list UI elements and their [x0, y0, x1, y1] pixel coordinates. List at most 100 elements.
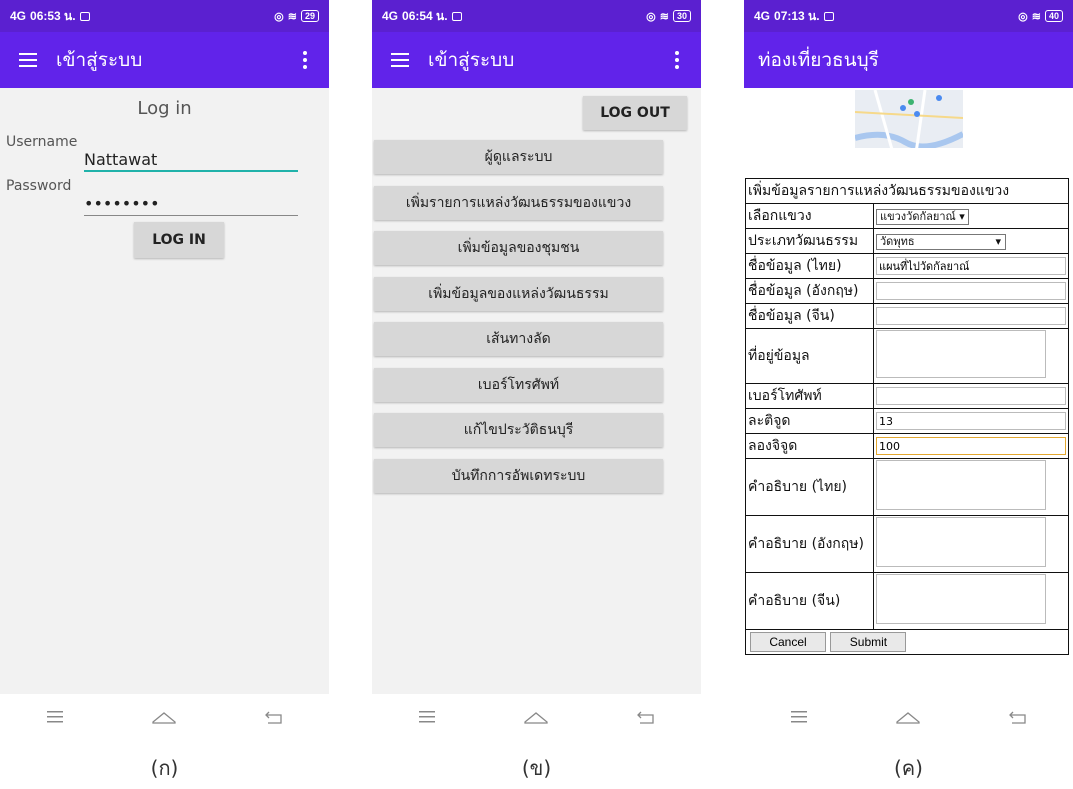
status-time: 07:13 น.: [774, 8, 820, 23]
password-row: Password: [0, 178, 329, 222]
longitude-input[interactable]: [876, 437, 1066, 455]
culture-type-select[interactable]: วัดพุทธ ▾: [876, 233, 1006, 250]
address-textarea[interactable]: [876, 330, 1046, 378]
desc-cn-label: คำอธิบาย (จีน): [745, 572, 874, 630]
menu-admin-button[interactable]: ผู้ดูแลระบบ: [374, 140, 663, 174]
cancel-button[interactable]: Cancel: [750, 632, 826, 652]
name-cn-input[interactable]: [876, 307, 1066, 325]
name-th-input[interactable]: [876, 257, 1066, 275]
back-icon[interactable]: [626, 702, 666, 732]
system-nav-bar: [744, 694, 1073, 740]
app-bar-title: เข้าสู่ระบบ: [56, 49, 143, 71]
name-cn-label: ชื่อข้อมูล (จีน): [745, 303, 874, 329]
map-thumbnail[interactable]: [853, 89, 964, 161]
desc-cn-textarea[interactable]: [876, 574, 1046, 624]
latitude-label: ละติจูด: [745, 408, 874, 434]
location-icon: ◎: [646, 10, 656, 23]
menu-add-culture-data-button[interactable]: เพิ่มข้อมูลของแหล่งวัฒนธรรม: [374, 276, 663, 311]
status-time: 06:53 น.: [30, 8, 76, 23]
form-heading: เพิ่มข้อมูลรายการแหล่งวัฒนธรรมของแขวง: [745, 178, 1069, 204]
status-time: 06:54 น.: [402, 8, 448, 23]
location-icon: ◎: [274, 10, 284, 23]
menu-add-culture-list-button[interactable]: เพิ่มรายการแหล่งวัฒนธรรมของแขวง: [374, 185, 663, 220]
name-en-label: ชื่อข้อมูล (อังกฤษ): [745, 278, 874, 304]
phone-screen-add-culture-form: 4G 07:13 น. ◎ ≋ 40 ท่องเที่ยวธนบุรี เพิ่…: [744, 0, 1073, 740]
map-image: [853, 89, 964, 161]
menu-shortcut-route-button[interactable]: เส้นทางลัด: [374, 322, 663, 356]
password-input[interactable]: [84, 192, 298, 216]
signal-icon: 4G: [10, 9, 27, 23]
menu-phone-number-button[interactable]: เบอร์โทรศัพท์: [374, 367, 663, 402]
address-label: ที่อยู่ข้อมูล: [745, 328, 874, 384]
battery-icon: 29: [300, 10, 319, 22]
admin-menu-list: ผู้ดูแลระบบ เพิ่มรายการแหล่งวัฒนธรรมของแ…: [374, 140, 663, 504]
latitude-input[interactable]: [876, 412, 1066, 430]
logout-button[interactable]: LOG OUT: [583, 96, 687, 130]
app-bar-title: ท่องเที่ยวธนบุรี: [758, 49, 879, 71]
battery-icon: 30: [672, 10, 691, 22]
hamburger-menu-icon[interactable]: [372, 32, 428, 88]
status-bar: 4G 06:54 น. ◎ ≋ 30: [372, 0, 701, 32]
system-nav-bar: [372, 694, 701, 740]
phone-screen-admin-menu: 4G 06:54 น. ◎ ≋ 30 เข้าสู่ระบบ LOG OUT ผ…: [372, 0, 701, 740]
app-bar: เข้าสู่ระบบ: [0, 32, 329, 88]
phone-screen-login: 4G 06:53 น. ◎ ≋ 29 เข้าสู่ระบบ Log in Us…: [0, 0, 329, 740]
recent-apps-icon[interactable]: [407, 702, 447, 732]
longitude-label: ลองจิจูด: [745, 433, 874, 459]
phone-label: เบอร์โทศัพท์: [745, 383, 874, 409]
location-icon: ◎: [1018, 10, 1028, 23]
desc-th-label: คำอธิบาย (ไทย): [745, 458, 874, 516]
home-icon[interactable]: [888, 702, 928, 732]
recent-apps-icon[interactable]: [779, 702, 819, 732]
menu-update-log-button[interactable]: บันทึกการอัพเดทระบบ: [374, 458, 663, 493]
app-bar: ท่องเที่ยวธนบุรี: [744, 32, 1073, 88]
app-bar: เข้าสู่ระบบ: [372, 32, 701, 88]
dropdown-arrow-icon: ▾: [995, 234, 1001, 248]
password-label: Password: [6, 178, 72, 194]
submit-button[interactable]: Submit: [830, 632, 907, 652]
message-icon: [79, 11, 90, 21]
recent-apps-icon[interactable]: [35, 702, 75, 732]
home-icon[interactable]: [516, 702, 556, 732]
status-bar: 4G 07:13 น. ◎ ≋ 40: [744, 0, 1073, 32]
app-bar-title: เข้าสู่ระบบ: [428, 49, 515, 71]
district-select[interactable]: แขวงวัดกัลยาณ์ ▾: [876, 208, 969, 225]
system-nav-bar: [0, 694, 329, 740]
wifi-icon: ≋: [287, 10, 297, 23]
culture-type-select-value: วัดพุทธ: [880, 234, 915, 248]
dropdown-arrow-icon: ▾: [959, 209, 965, 223]
message-icon: [823, 11, 834, 21]
culture-type-label: ประเภทวัฒนธรรม: [745, 228, 874, 254]
login-heading: Log in: [137, 98, 192, 119]
desc-en-textarea[interactable]: [876, 517, 1046, 567]
home-icon[interactable]: [144, 702, 184, 732]
username-row: Username: [0, 134, 329, 178]
menu-edit-history-button[interactable]: แก้ไขประวัติธนบุรี: [374, 413, 663, 447]
district-select-value: แขวงวัดกัลยาณ์: [880, 209, 956, 223]
name-th-label: ชื่อข้อมูล (ไทย): [745, 253, 874, 279]
wifi-icon: ≋: [1031, 10, 1041, 23]
name-en-input[interactable]: [876, 282, 1066, 300]
signal-icon: 4G: [754, 9, 771, 23]
back-icon[interactable]: [998, 702, 1038, 732]
login-button[interactable]: LOG IN: [134, 222, 224, 258]
desc-th-textarea[interactable]: [876, 460, 1046, 510]
username-input[interactable]: [84, 148, 298, 172]
hamburger-menu-icon[interactable]: [0, 32, 56, 88]
back-icon[interactable]: [254, 702, 294, 732]
desc-en-label: คำอธิบาย (อังกฤษ): [745, 515, 874, 573]
menu-add-community-button[interactable]: เพิ่มข้อมูลของชุมชน: [374, 231, 663, 265]
message-icon: [451, 11, 462, 21]
add-culture-form: เพิ่มข้อมูลรายการแหล่งวัฒนธรรมของแขวง เล…: [745, 178, 1069, 655]
status-bar: 4G 06:53 น. ◎ ≋ 29: [0, 0, 329, 32]
wifi-icon: ≋: [659, 10, 669, 23]
overflow-menu-icon[interactable]: [665, 51, 689, 69]
caption-b: (ข): [521, 756, 552, 780]
caption-a: (ก): [150, 756, 179, 780]
phone-input[interactable]: [876, 387, 1066, 405]
username-label: Username: [6, 134, 78, 150]
overflow-menu-icon[interactable]: [293, 51, 317, 69]
battery-icon: 40: [1044, 10, 1063, 22]
signal-icon: 4G: [382, 9, 399, 23]
district-label: เลือกแขวง: [745, 203, 874, 229]
